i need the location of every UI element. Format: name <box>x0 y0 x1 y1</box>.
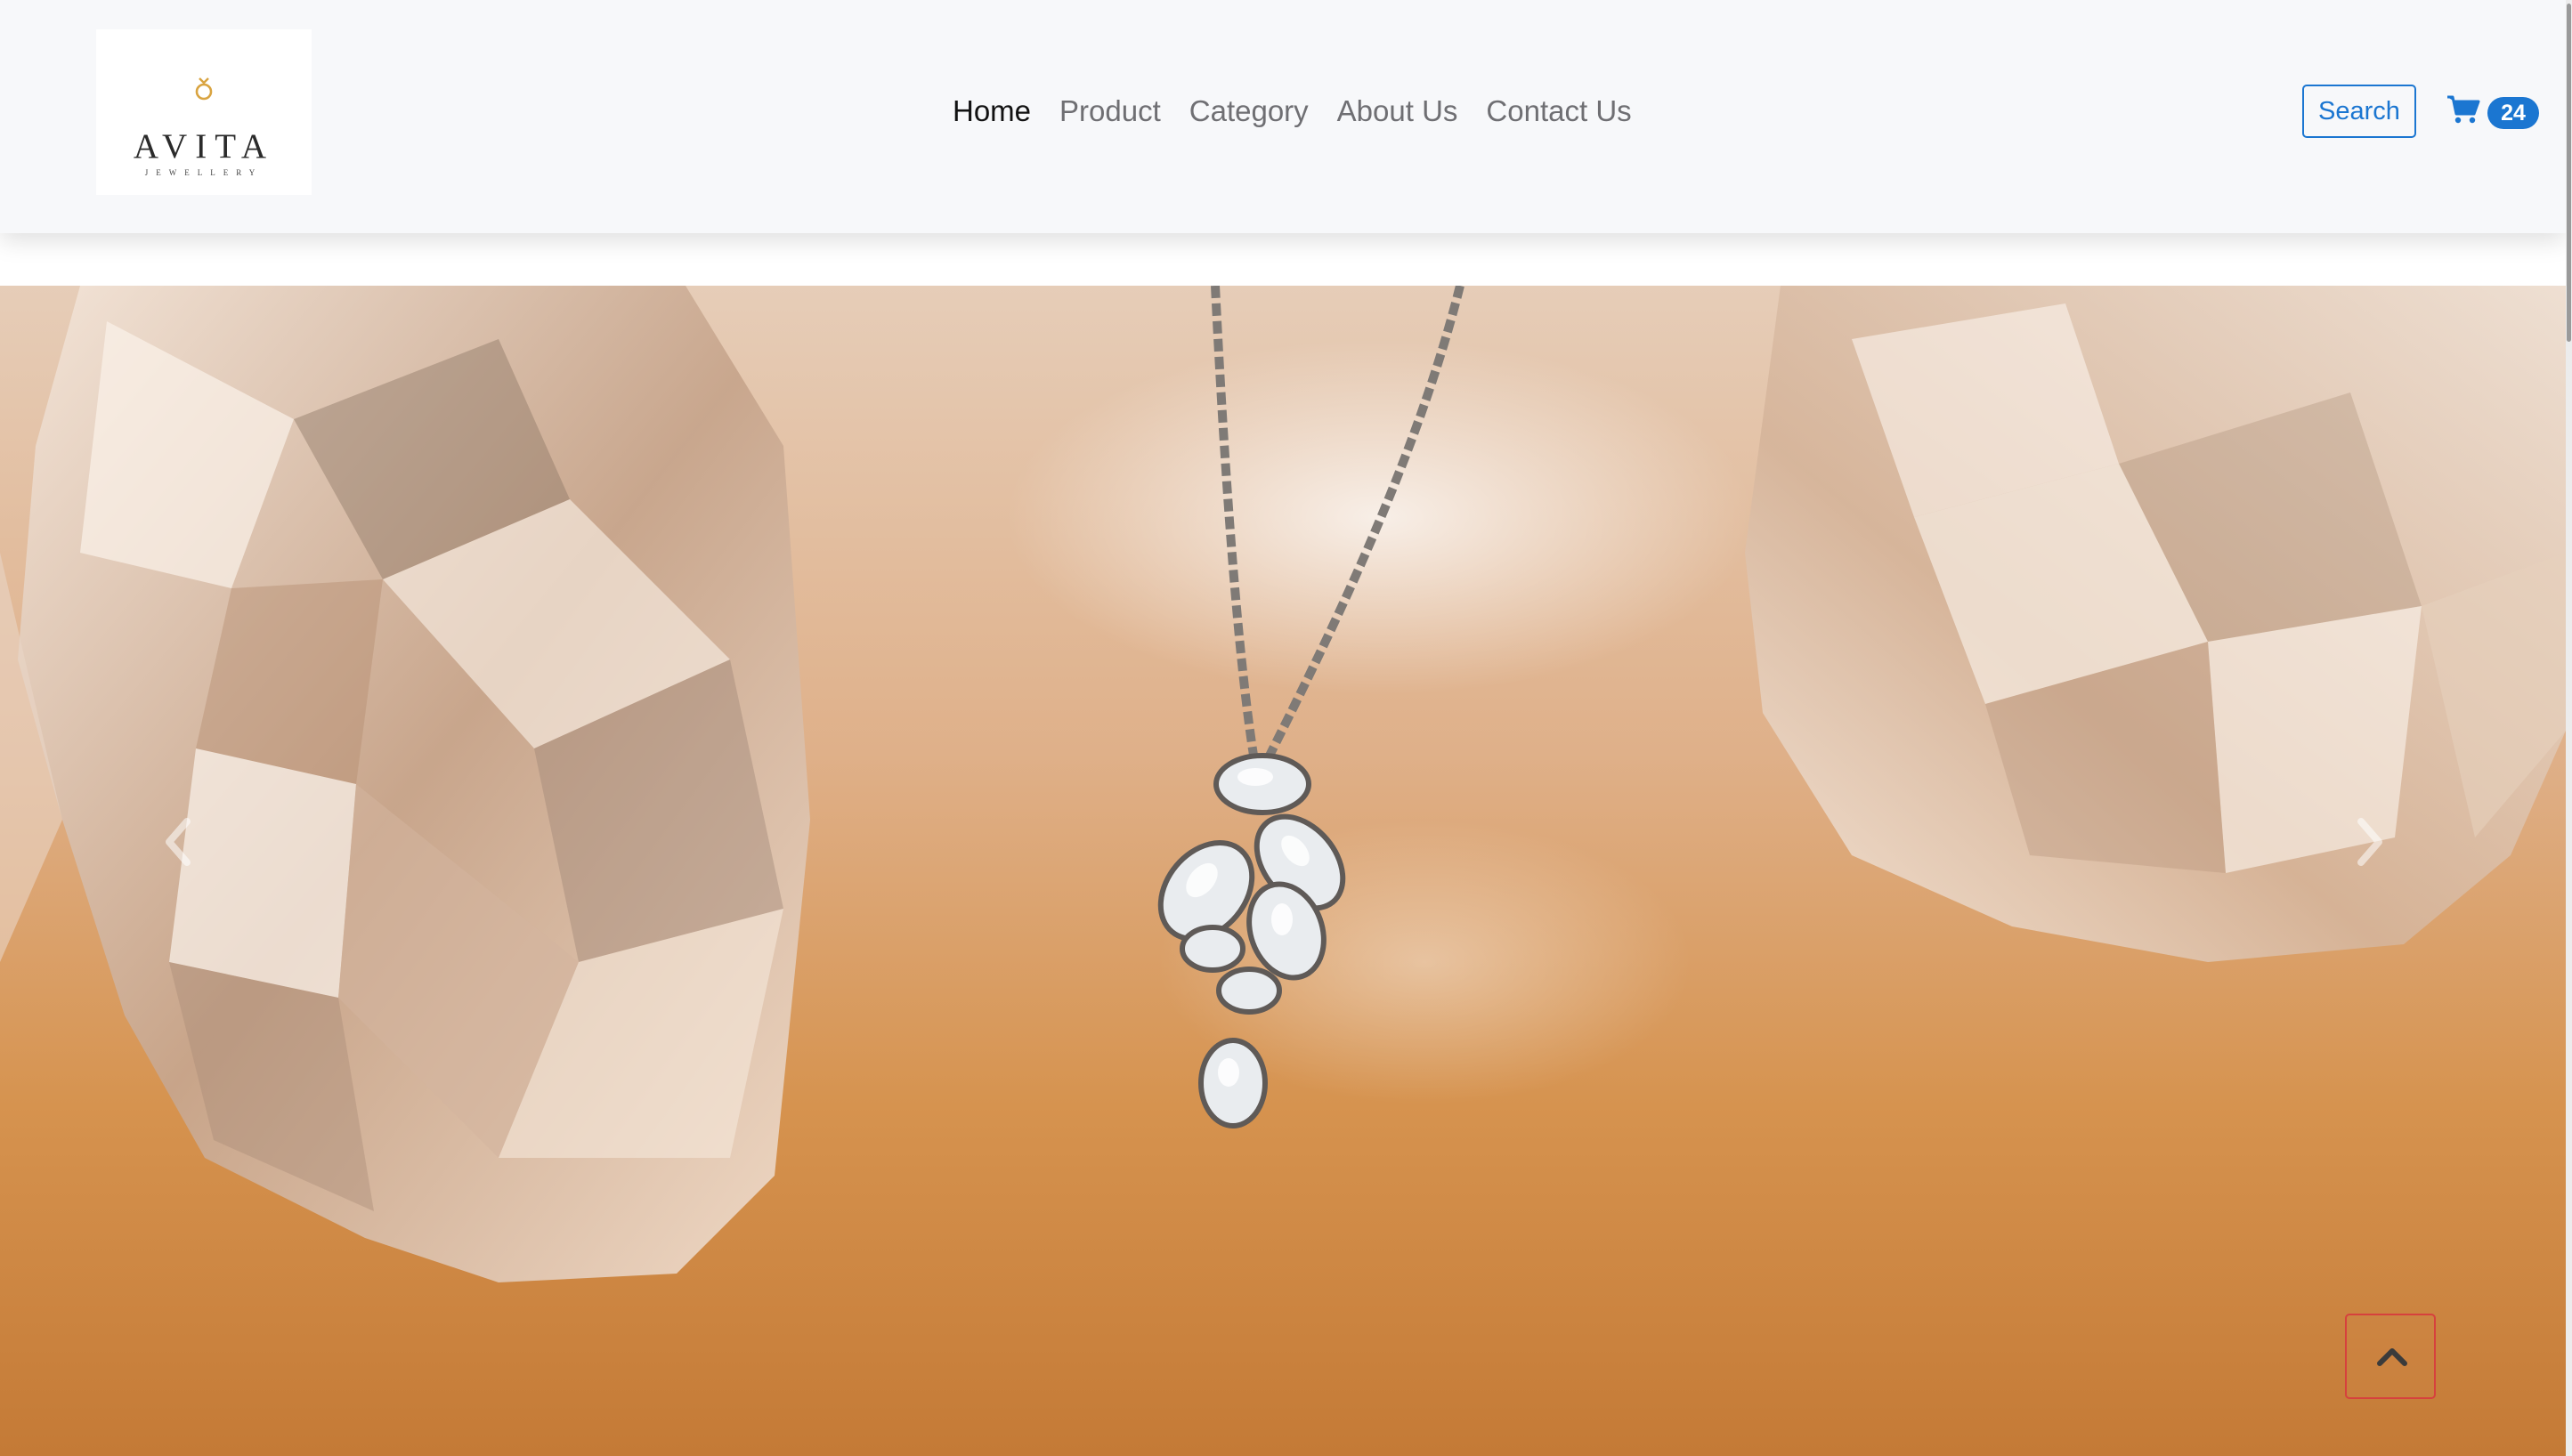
hero-image <box>0 286 2566 1282</box>
navbar: AVITA JEWELLERY Home Product Category Ab… <box>0 0 2566 233</box>
carousel-next-button[interactable] <box>2343 811 2397 873</box>
nav-product[interactable]: Product <box>1059 94 1161 128</box>
chevron-up-icon <box>2377 1348 2407 1366</box>
chevron-left-icon <box>166 818 191 866</box>
page-scrollbar[interactable] <box>2566 0 2572 1456</box>
brand-tagline: JEWELLERY <box>144 168 264 177</box>
search-button[interactable]: Search <box>2302 85 2416 138</box>
nav-about-us[interactable]: About Us <box>1337 94 1458 128</box>
ring-logo-icon <box>195 77 213 101</box>
main-nav: Home Product Category About Us Contact U… <box>953 87 1632 135</box>
cart-count-badge: 24 <box>2487 97 2539 129</box>
page: AVITA JEWELLERY Home Product Category Ab… <box>0 0 2572 1456</box>
cart-icon <box>2447 95 2480 124</box>
scroll-to-top-button[interactable] <box>2345 1314 2436 1399</box>
brand-name: AVITA <box>133 127 275 166</box>
chevron-right-icon <box>2357 818 2382 866</box>
brand-logo[interactable]: AVITA JEWELLERY <box>96 29 312 195</box>
nav-category[interactable]: Category <box>1189 94 1309 128</box>
nav-home[interactable]: Home <box>953 94 1031 128</box>
scrollbar-thumb[interactable] <box>2567 4 2571 342</box>
carousel-prev-button[interactable] <box>151 811 205 873</box>
cart-button[interactable]: 24 <box>2446 93 2541 133</box>
hero-carousel <box>0 286 2566 1456</box>
nav-contact-us[interactable]: Contact Us <box>1486 94 1631 128</box>
